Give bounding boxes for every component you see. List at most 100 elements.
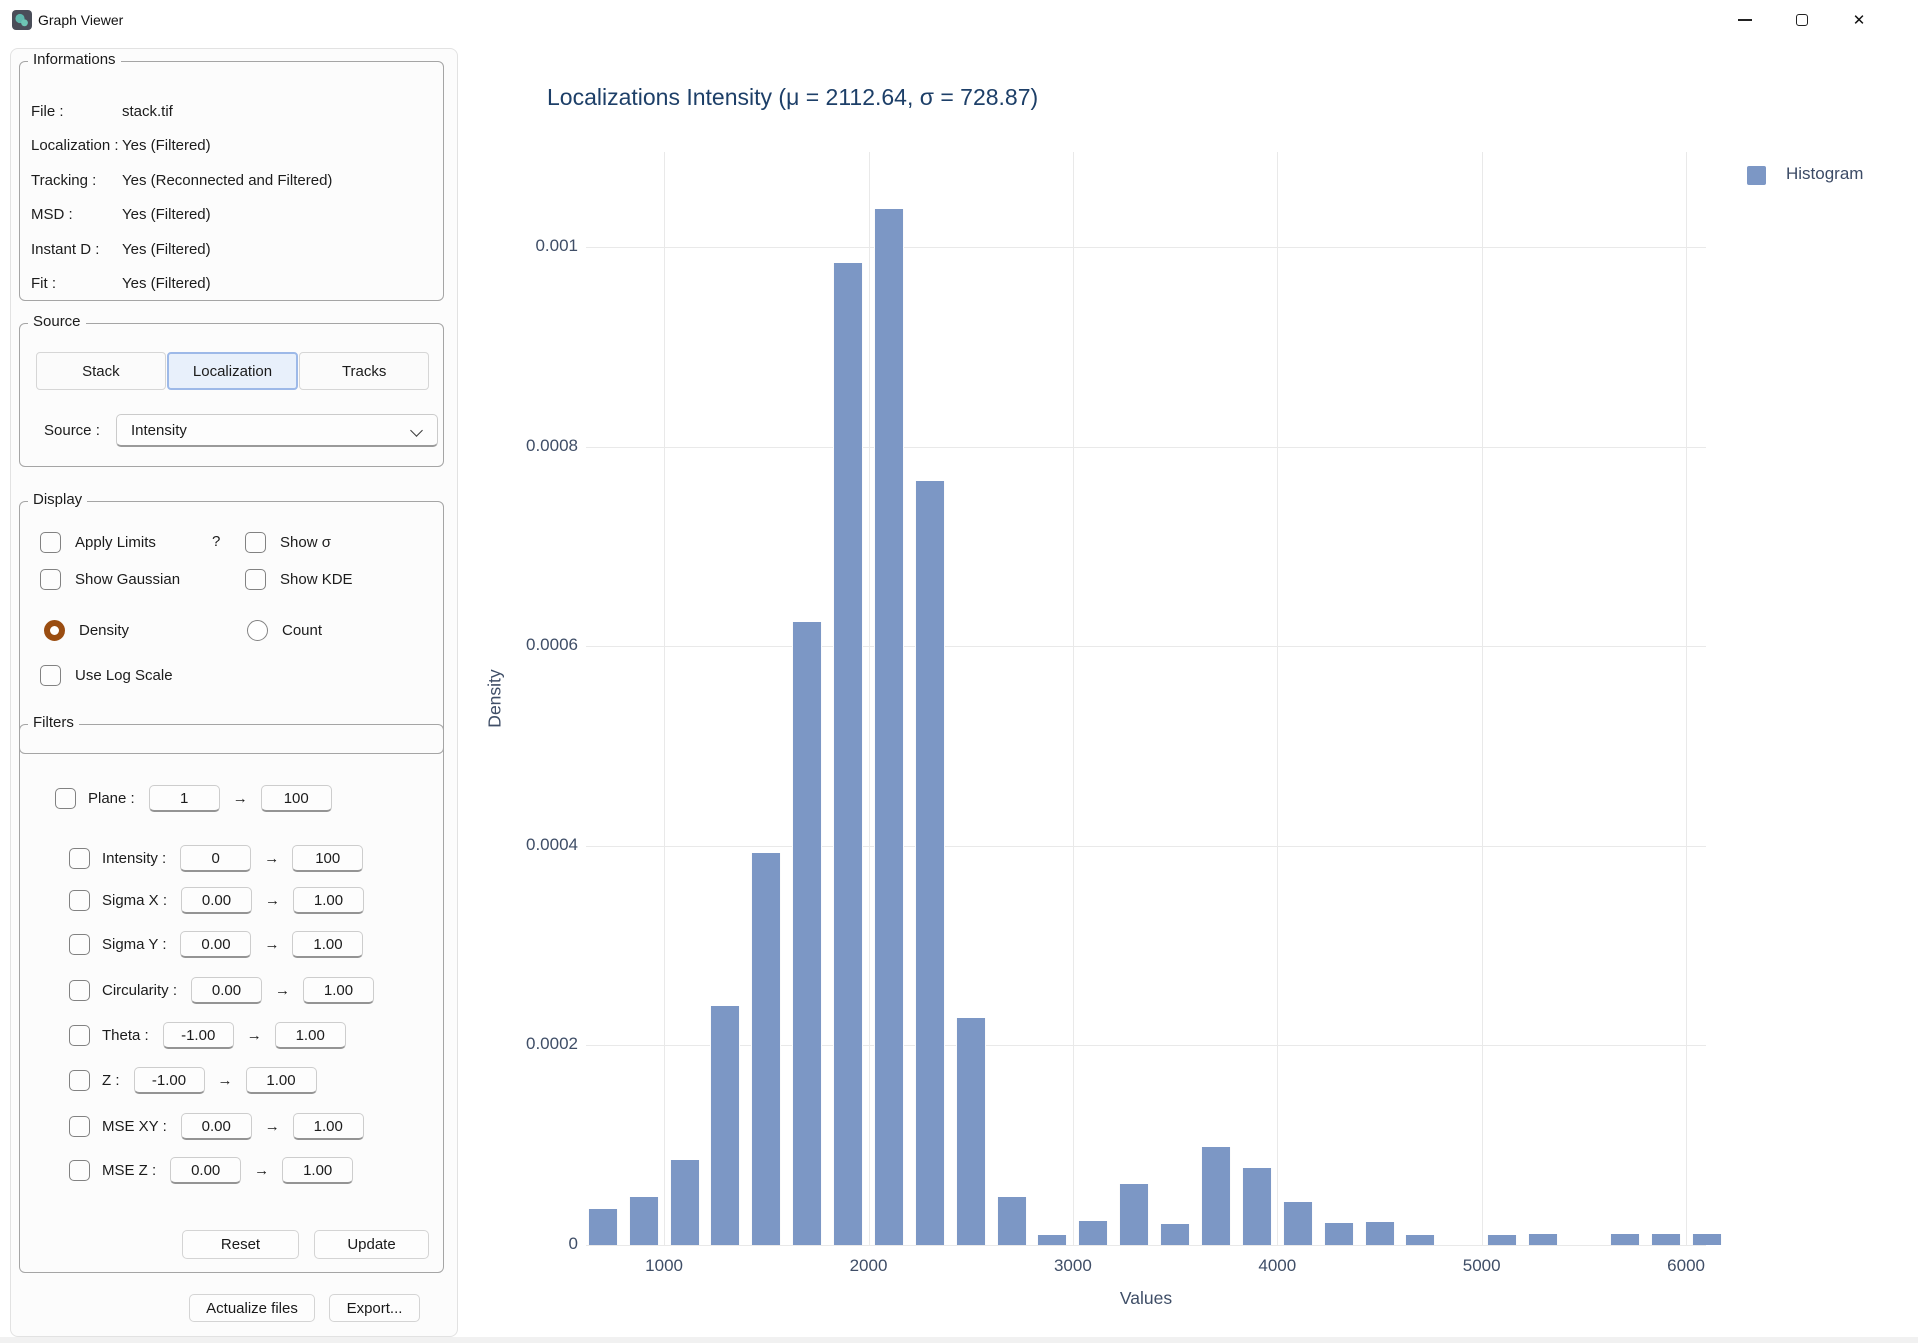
filter-checkbox[interactable] xyxy=(69,933,90,955)
filter-to-field[interactable]: 100 xyxy=(292,844,364,872)
filter-checkbox[interactable] xyxy=(69,847,90,869)
filter-checkbox[interactable] xyxy=(69,979,90,1001)
filter-to-field[interactable]: 100 xyxy=(260,784,332,812)
y-tick-label: 0.0006 xyxy=(526,635,578,655)
info-row-value: stack.tif xyxy=(122,103,173,120)
histogram-bar xyxy=(1241,1168,1272,1245)
filter-to-field[interactable]: 1.00 xyxy=(292,1112,364,1140)
filter-to-field[interactable]: 1.00 xyxy=(293,886,365,914)
histogram-bar xyxy=(1609,1234,1640,1245)
x-tick-label: 5000 xyxy=(1462,1256,1501,1275)
filter-to-field[interactable]: 1.00 xyxy=(303,976,375,1004)
update-button[interactable]: Update xyxy=(314,1230,429,1259)
filter-label: MSE XY : xyxy=(102,1117,167,1135)
gridline-x xyxy=(868,152,870,1245)
y-tick-label: 0 xyxy=(568,1234,578,1253)
info-row-value: Yes (Filtered) xyxy=(122,240,211,258)
histogram-bar xyxy=(873,209,904,1245)
x-tick-label: 4000 xyxy=(1258,1256,1297,1275)
filter-from-field[interactable]: 0.00 xyxy=(181,886,253,914)
arrow-icon: → xyxy=(264,849,280,867)
x-axis-title: Values xyxy=(1119,1288,1173,1308)
informations-legend: Informations xyxy=(28,51,121,68)
filter-from-field[interactable]: -1.00 xyxy=(162,1021,234,1049)
informations-list: File : stack.tif Localization : Yes (Filter… xyxy=(31,102,429,294)
filter-row: Theta : -1.00 → 1.00 xyxy=(20,1020,443,1050)
gridline-x xyxy=(1072,152,1074,1245)
stack-button[interactable]: Stack xyxy=(36,352,166,390)
reset-button[interactable]: Reset xyxy=(182,1230,299,1259)
minimize-icon[interactable] xyxy=(1722,0,1768,40)
tracks-button[interactable]: Tracks xyxy=(299,352,430,390)
actualize-files-button[interactable]: Actualize files xyxy=(189,1294,315,1322)
filter-checkbox[interactable] xyxy=(55,787,76,809)
show-gaussian-checkbox[interactable] xyxy=(40,568,61,590)
histogram-bar xyxy=(1650,1234,1681,1245)
filter-checkbox[interactable] xyxy=(69,1024,90,1046)
info-row-value: Yes (Filtered) xyxy=(122,274,211,292)
filter-row: Z : -1.00 → 1.00 xyxy=(20,1065,443,1095)
localization-button[interactable]: Localization xyxy=(166,352,299,390)
histogram-bar xyxy=(1323,1223,1354,1245)
histogram-bar xyxy=(1364,1222,1395,1245)
use-log-scale-checkbox[interactable] xyxy=(40,664,61,686)
histogram-bar xyxy=(914,480,945,1245)
histogram-bar xyxy=(1405,1235,1436,1245)
filter-row: Plane : 1 → 100 xyxy=(20,783,443,813)
arrow-icon: → xyxy=(265,891,281,909)
filter-from-field[interactable]: 1 xyxy=(148,784,220,812)
source-select[interactable]: Intensity xyxy=(116,414,438,447)
filter-label: Sigma X : xyxy=(102,891,168,909)
gridline-y xyxy=(586,845,1706,847)
apply-limits-checkbox[interactable] xyxy=(40,531,61,553)
filter-checkbox[interactable] xyxy=(69,1069,90,1091)
filter-to-field[interactable]: 1.00 xyxy=(274,1021,346,1049)
filter-from-field[interactable]: 0 xyxy=(180,844,252,872)
maximize-icon[interactable] xyxy=(1779,0,1825,40)
chevron-down-icon xyxy=(410,424,423,437)
histogram-bar xyxy=(996,1197,1027,1245)
info-row-value: Yes (Reconnected and Filtered) xyxy=(122,171,333,189)
histogram-bar xyxy=(833,263,863,1245)
filter-checkbox[interactable] xyxy=(69,1159,90,1181)
show-kde-label: Show KDE xyxy=(280,570,353,588)
gridline-y xyxy=(586,1245,1706,1246)
histogram-plot xyxy=(586,152,1722,1246)
filter-to-field[interactable]: 1.00 xyxy=(282,1156,354,1184)
source-label: Source : xyxy=(44,422,100,439)
export-button[interactable]: Export... xyxy=(329,1294,420,1322)
count-radio[interactable] xyxy=(247,619,268,641)
filter-from-field[interactable]: 0.00 xyxy=(180,930,252,958)
info-row: Tracking : Yes (Reconnected and Filtered) xyxy=(31,171,429,191)
filter-from-field[interactable]: 0.00 xyxy=(191,976,263,1004)
histogram-bar xyxy=(1282,1202,1313,1245)
filter-from-field[interactable]: -1.00 xyxy=(133,1066,205,1094)
app-icon xyxy=(12,10,32,30)
filter-to-field[interactable]: 1.00 xyxy=(245,1066,317,1094)
x-tick-label: 6000 xyxy=(1667,1256,1705,1275)
source-segment-row: Stack Localization Tracks xyxy=(36,352,430,390)
density-label: Density xyxy=(79,621,130,639)
x-tick-label: 3000 xyxy=(1053,1256,1092,1275)
close-icon[interactable]: ✕ xyxy=(1836,0,1882,40)
histogram-bar xyxy=(1487,1235,1518,1245)
arrow-icon: → xyxy=(264,1117,280,1135)
filters-legend: Filters xyxy=(28,714,79,731)
filter-from-field[interactable]: 0.00 xyxy=(180,1112,252,1140)
filter-checkbox[interactable] xyxy=(69,1115,90,1137)
filter-row: Intensity : 0 → 100 xyxy=(20,843,443,873)
filter-from-field[interactable]: 0.00 xyxy=(170,1156,242,1184)
histogram-bar xyxy=(955,1017,986,1245)
filter-to-field[interactable]: 1.00 xyxy=(292,930,364,958)
histogram-bar xyxy=(751,852,782,1245)
filter-label: Sigma Y : xyxy=(102,935,167,953)
info-row-value: Yes (Filtered) xyxy=(122,137,211,155)
info-row: Fit : Yes (Filtered) xyxy=(31,274,429,294)
density-radio[interactable] xyxy=(44,619,65,641)
chart-title: Localizations Intensity (μ = 2112.64, σ … xyxy=(547,84,1039,110)
filter-checkbox[interactable] xyxy=(69,889,90,911)
show-sigma-checkbox[interactable] xyxy=(245,531,266,553)
info-row-label: Tracking : xyxy=(31,171,97,189)
show-kde-checkbox[interactable] xyxy=(245,568,266,590)
filter-row: Sigma Y : 0.00 → 1.00 xyxy=(20,929,443,959)
